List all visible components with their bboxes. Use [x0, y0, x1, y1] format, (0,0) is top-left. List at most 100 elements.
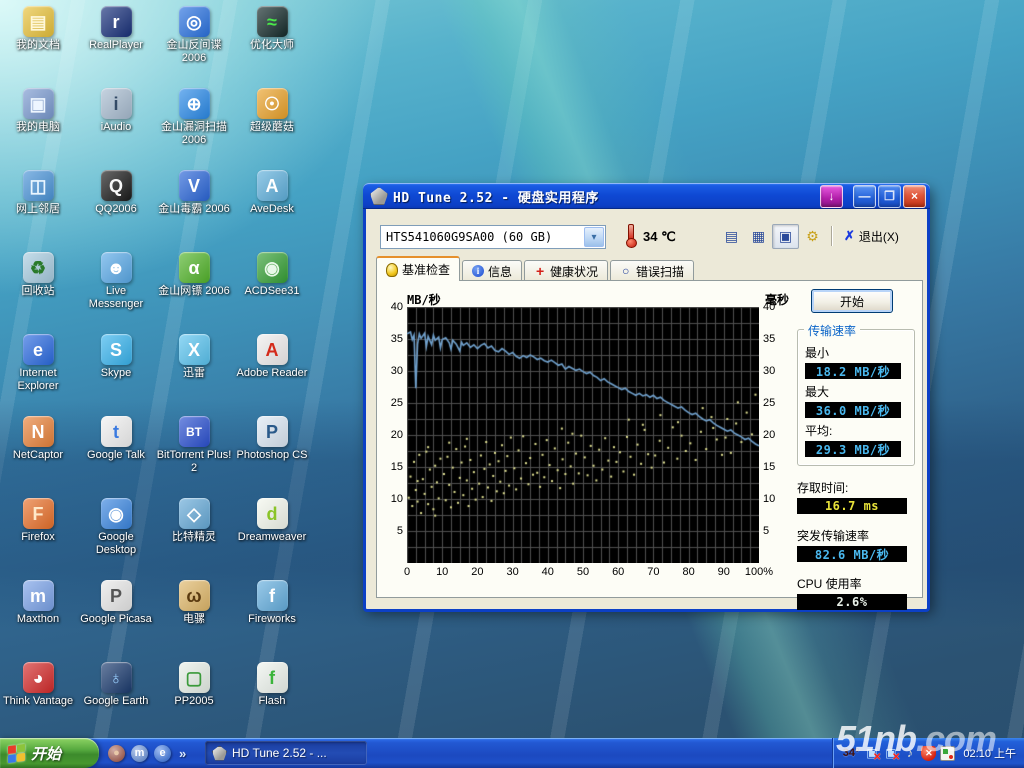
desktop-icon-recycle-bin[interactable]: ♻回收站: [0, 252, 76, 298]
desktop-icon-google-picasa-label: Google Picasa: [78, 613, 154, 626]
desktop-icon-google-desktop[interactable]: ◉Google Desktop: [78, 498, 154, 557]
desktop-icon-firefox[interactable]: FFirefox: [0, 498, 76, 544]
desktop-icon-internet-explorer[interactable]: eInternet Explorer: [0, 334, 76, 393]
tab-3[interactable]: +健康状况: [524, 260, 608, 281]
tab-4[interactable]: ○错误扫描: [610, 260, 694, 281]
system-tray: 34° ▣✕▣✕♪✕ 02:10 上午: [832, 738, 1024, 768]
desktop-icon-youhua-dashi[interactable]: ≈优化大师: [234, 6, 310, 52]
desktop-icon-network-places[interactable]: ◫网上邻居: [0, 170, 76, 216]
y-tick: 20: [391, 429, 403, 441]
copy-text-button[interactable]: ▤: [718, 224, 745, 249]
close-button[interactable]: ×: [903, 185, 926, 208]
desktop-icon-avedesk[interactable]: A AveDesk: [234, 170, 310, 216]
desktop-icon-maxthon[interactable]: mMaxthon: [0, 580, 76, 626]
desktop-icon-kingsoft-firewall[interactable]: α金山网镖 2006: [156, 252, 232, 298]
desktop-icon-thunder[interactable]: X迅雷: [156, 334, 232, 380]
desktop-icon-bitspirit[interactable]: ◇比特精灵: [156, 498, 232, 544]
exit-button[interactable]: ✗ 退出(X): [838, 226, 905, 247]
desktop-icon-netcaptor-glyph: N: [23, 416, 54, 447]
y-tick: 10: [391, 493, 403, 505]
window-title: HD Tune 2.52 - 硬盘实用程序: [393, 187, 818, 206]
results-column: 开始 传输速率 最小 18.2 MB/秒 最大 36.0 MB/秒 平均: 29…: [797, 289, 915, 610]
desktop-icon-qq2006[interactable]: QQQ2006: [78, 170, 154, 216]
y-tick: 20: [763, 429, 775, 441]
desktop-icon-think-vantage-label: Think Vantage: [0, 695, 76, 708]
desktop-icon-avedesk-glyph: A: [257, 170, 288, 201]
quick-launch-chevron-icon[interactable]: »: [179, 746, 186, 761]
desktop-icon-super-mushroom[interactable]: ☉超级蘑菇: [234, 88, 310, 134]
desktop-icon-kingsoft-antispy[interactable]: ◎金山反间谍 2006: [156, 6, 232, 65]
desktop-icon-avedesk-label: AveDesk: [234, 203, 310, 216]
desktop-icon-my-documents[interactable]: ▤我的文档: [0, 6, 76, 52]
quicklaunch-maxthon-icon[interactable]: m: [131, 745, 148, 762]
tray-clock[interactable]: 02:10 上午: [963, 745, 1016, 761]
options-button[interactable]: ⚙: [799, 224, 826, 249]
toolbar-separator: [831, 226, 833, 246]
bulb-icon: [386, 263, 398, 277]
hdtune-task-button[interactable]: HD Tune 2.52 - ...: [205, 741, 367, 765]
desktop-icon-fireworks[interactable]: fFireworks: [234, 580, 310, 626]
desktop-icon-network-places-glyph: ◫: [23, 170, 54, 201]
maximize-button[interactable]: ❐: [878, 185, 901, 208]
volume-icon[interactable]: ♪: [902, 746, 917, 761]
desktop-icon-live-messenger[interactable]: ☻Live Messenger: [78, 252, 154, 311]
desktop-icon-thunder-glyph: X: [179, 334, 210, 365]
y-tick: 40: [391, 301, 403, 313]
desktop-icon-kingsoft-scan[interactable]: ⊕金山漏洞扫描 2006: [156, 88, 232, 147]
access-time-value: 16.7 ms: [797, 498, 907, 514]
drive-select-value: HTS541060G9SA00 (60 GB): [381, 230, 583, 244]
exit-label: 退出(X): [859, 228, 899, 245]
desktop-icon-skype-label: Skype: [78, 367, 154, 380]
drive-select[interactable]: HTS541060G9SA00 (60 GB) ▾: [380, 225, 606, 249]
network-disconnected-icon-1[interactable]: ▣✕: [864, 746, 879, 761]
network-disconnected-icon-2[interactable]: ▣✕: [883, 746, 898, 761]
desktop-icon-google-picasa[interactable]: PGoogle Picasa: [78, 580, 154, 626]
desktop-icon-pp2005[interactable]: ▢PP2005: [156, 662, 232, 708]
tab-2[interactable]: i信息: [462, 260, 522, 281]
download-skin-button[interactable]: ↓: [820, 185, 843, 208]
messenger-tray-icon[interactable]: [940, 746, 955, 761]
desktop-icon-photoshop-cs[interactable]: PPhotoshop CS: [234, 416, 310, 462]
desktop-icon-kingsoft-antivirus[interactable]: V金山毒霸 2006: [156, 170, 232, 216]
desktop-icon-maxthon-glyph: m: [23, 580, 54, 611]
desktop-icon-google-talk[interactable]: tGoogle Talk: [78, 416, 154, 462]
desktop-icon-skype-glyph: S: [101, 334, 132, 365]
start-button[interactable]: 开始: [0, 738, 99, 768]
desktop-icon-iaudio[interactable]: iiAudio: [78, 88, 154, 134]
quicklaunch-ie-icon[interactable]: e: [154, 745, 171, 762]
desktop-icon-skype[interactable]: S Skype: [78, 334, 154, 380]
desktop-icon-dreamweaver[interactable]: dDreamweaver: [234, 498, 310, 544]
y-tick: 5: [397, 525, 403, 537]
desktop-icon-my-computer[interactable]: ▣我的电脑: [0, 88, 76, 134]
desktop-icon-fireworks-glyph: f: [257, 580, 288, 611]
copy-image-button[interactable]: ▦: [745, 224, 772, 249]
save-screenshot-button[interactable]: ▣: [772, 224, 799, 249]
y-tick: 35: [763, 333, 775, 345]
x-tick: 50: [577, 566, 589, 578]
quicklaunch-browser-icon[interactable]: ●: [108, 745, 125, 762]
desktop-icon-acdsee31[interactable]: ◉ACDSee31: [234, 252, 310, 298]
group-title: 传输速率: [804, 322, 860, 339]
desktop-icon-netcaptor[interactable]: NNetCaptor: [0, 416, 76, 462]
desktop-icon-google-earth-label: Google Earth: [78, 695, 154, 708]
security-shield-icon[interactable]: ✕: [921, 746, 936, 761]
chevron-down-icon[interactable]: ▾: [584, 227, 604, 247]
minimize-button[interactable]: —: [853, 185, 876, 208]
max-value: 36.0 MB/秒: [805, 402, 901, 418]
desktop-icon-adobe-reader[interactable]: AAdobe Reader: [234, 334, 310, 380]
y-tick: 25: [391, 397, 403, 409]
desktop-icon-photoshop-cs-label: Photoshop CS: [234, 449, 310, 462]
desktop-icon-bittorrent-plus[interactable]: BTBitTorrent Plus! 2: [156, 416, 232, 475]
desktop-icon-emule[interactable]: ω电骡: [156, 580, 232, 626]
tab-1[interactable]: 基准检查: [376, 256, 460, 281]
start-benchmark-button[interactable]: 开始: [811, 289, 893, 313]
x-tick: 80: [682, 566, 694, 578]
desktop-icon-internet-explorer-glyph: e: [23, 334, 54, 365]
y-tick: 25: [763, 397, 775, 409]
desktop-icon-think-vantage[interactable]: ◕Think Vantage: [0, 662, 76, 708]
desktop-icon-flash[interactable]: fFlash: [234, 662, 310, 708]
titlebar[interactable]: HD Tune 2.52 - 硬盘实用程序 ↓ — ❐ ×: [363, 183, 930, 209]
desktop-icon-google-earth[interactable]: ♁Google Earth: [78, 662, 154, 708]
avg-label: 平均:: [805, 422, 907, 439]
desktop-icon-realplayer[interactable]: rRealPlayer: [78, 6, 154, 52]
